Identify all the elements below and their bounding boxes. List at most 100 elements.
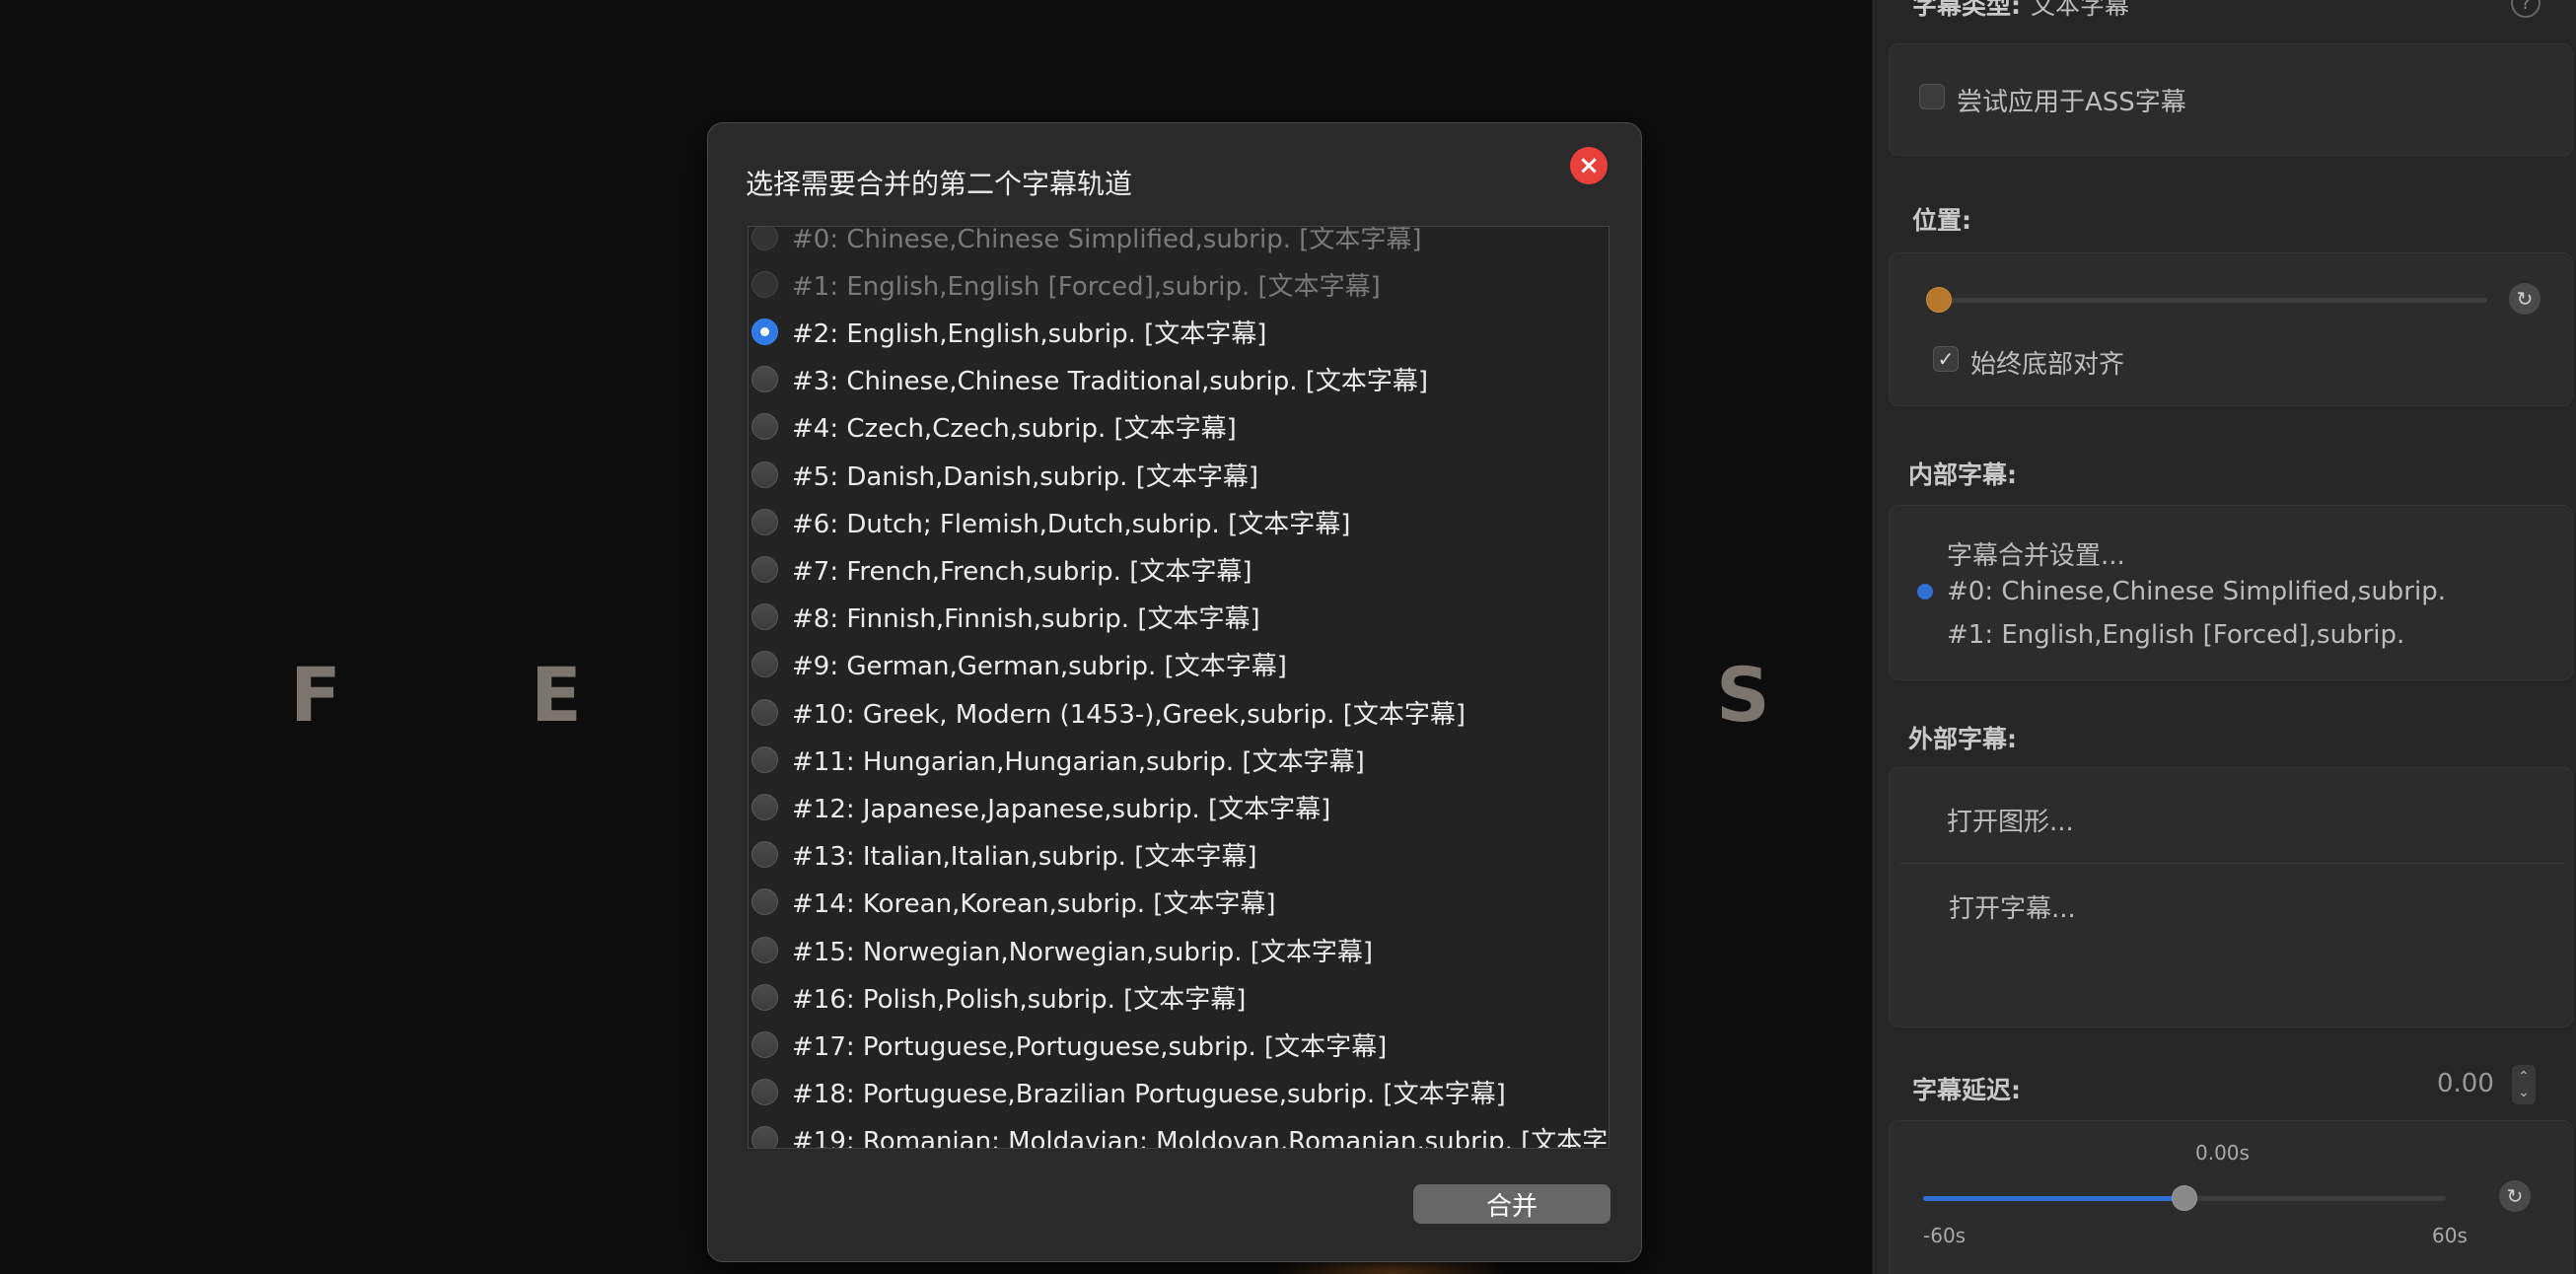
help-icon[interactable]: ? [2511, 0, 2540, 18]
ass-checkbox-label: 尝试应用于ASS字幕 [1957, 88, 2186, 117]
delay-max-label: 60s [2432, 1224, 2468, 1247]
track-option-label: #5: Danish,Danish,subrip. [文本字幕] [792, 461, 1259, 492]
open-image-item[interactable]: 打开图形... [1947, 802, 2074, 838]
radio-icon[interactable] [751, 841, 778, 869]
track-option-label: #9: German,German,subrip. [文本字幕] [792, 652, 1287, 682]
track-option[interactable]: #13: Italian,Italian,subrip. [文本字幕] [749, 831, 1607, 879]
align-bottom-checkbox[interactable]: ✓ [1933, 346, 1959, 372]
track-option-label: #11: Hungarian,Hungarian,subrip. [文本字幕] [792, 746, 1365, 777]
track-option[interactable]: #18: Portuguese,Brazilian Portuguese,sub… [749, 1069, 1607, 1116]
track-option[interactable]: #14: Korean,Korean,subrip. [文本字幕] [749, 879, 1607, 926]
open-subtitle-item[interactable]: 打开字幕... [1949, 888, 2076, 925]
radio-icon[interactable] [751, 460, 778, 488]
active-track-dot [1917, 584, 1933, 600]
radio-icon [751, 227, 778, 250]
video-title-letter: F [290, 651, 345, 739]
track-option[interactable]: #3: Chinese,Chinese Traditional,subrip. … [749, 356, 1607, 403]
track-option-label: #17: Portuguese,Portuguese,subrip. [文本字幕… [792, 1031, 1388, 1062]
dialog-title: 选择需要合并的第二个字幕轨道 [746, 168, 1133, 200]
align-bottom-label: 始终底部对齐 [1970, 350, 2125, 380]
track-option[interactable]: #12: Japanese,Japanese,subrip. [文本字幕] [749, 783, 1607, 830]
track-option[interactable]: #17: Portuguese,Portuguese,subrip. [文本字幕… [749, 1021, 1607, 1068]
track-option-label: #12: Japanese,Japanese,subrip. [文本字幕] [792, 794, 1331, 824]
internal-track-item[interactable]: #1: English,English [Forced],subrip. [1947, 620, 2404, 650]
radio-icon[interactable] [751, 888, 778, 916]
internal-track-item[interactable]: #0: Chinese,Chinese Simplified,subrip. [1947, 577, 2446, 606]
track-option[interactable]: #9: German,German,subrip. [文本字幕] [749, 641, 1607, 688]
merge-settings-item[interactable]: 字幕合并设置... [1947, 535, 2125, 572]
track-option[interactable]: #4: Czech,Czech,subrip. [文本字幕] [749, 403, 1607, 451]
track-option-label: #15: Norwegian,Norwegian,subrip. [文本字幕] [792, 937, 1374, 967]
radio-icon[interactable] [751, 1126, 778, 1148]
subtitle-type-label: 字幕类型: [1912, 0, 2021, 20]
radio-icon[interactable] [751, 983, 778, 1011]
internal-subtitles-card: 字幕合并设置... #0: Chinese,Chinese Simplified… [1889, 505, 2573, 680]
track-option-label: #19: Romanian; Moldavian; Moldovan,Roman… [792, 1127, 1610, 1149]
track-option[interactable]: #10: Greek, Modern (1453-),Greek,subrip.… [749, 688, 1607, 736]
subtitle-type-row: 字幕类型: 文本字幕 [1912, 0, 2129, 22]
radio-icon[interactable] [751, 366, 778, 393]
track-list[interactable]: #0: Chinese,Chinese Simplified,subrip. [… [748, 226, 1610, 1149]
track-option[interactable]: #6: Dutch; Flemish,Dutch,subrip. [文本字幕] [749, 498, 1607, 545]
position-card: ↻ ✓ 始终底部对齐 [1889, 252, 2573, 406]
track-option-label: #7: French,French,subrip. [文本字幕] [792, 556, 1252, 587]
subtitle-delay-card: 0.00s ↻ -60s 60s [1889, 1120, 2573, 1274]
track-option-label: #2: English,English,subrip. [文本字幕] [792, 318, 1267, 349]
close-button[interactable]: × [1570, 147, 1608, 184]
track-option-label: #14: Korean,Korean,subrip. [文本字幕] [792, 889, 1276, 920]
track-option[interactable]: #11: Hungarian,Hungarian,subrip. [文本字幕] [749, 736, 1607, 783]
radio-icon[interactable] [751, 698, 778, 726]
merge-button[interactable]: 合并 [1413, 1184, 1610, 1224]
track-option-label: #4: Czech,Czech,subrip. [文本字幕] [792, 414, 1237, 445]
radio-icon [751, 270, 778, 298]
radio-icon[interactable] [751, 603, 778, 631]
position-reset-icon[interactable]: ↻ [2509, 283, 2540, 315]
internal-subtitles-label: 内部字幕: [1908, 460, 2017, 489]
track-option-label: #13: Italian,Italian,subrip. [文本字幕] [792, 842, 1257, 873]
radio-icon[interactable] [751, 745, 778, 773]
ass-option-card: 尝试应用于ASS字幕 [1889, 43, 2573, 156]
merge-track-dialog: 选择需要合并的第二个字幕轨道 × #0: Chinese,Chinese Sim… [707, 122, 1642, 1262]
subtitle-delay-label: 字幕延迟: [1912, 1076, 2021, 1104]
position-slider[interactable] [1933, 298, 2487, 303]
radio-icon[interactable] [751, 1030, 778, 1058]
track-option-label: #10: Greek, Modern (1453-),Greek,subrip.… [792, 699, 1466, 730]
delay-slider-fill [1923, 1196, 2184, 1201]
track-option-label: #3: Chinese,Chinese Traditional,subrip. … [792, 367, 1429, 397]
radio-icon[interactable] [751, 936, 778, 963]
close-icon: × [1578, 151, 1600, 180]
delay-slider-knob[interactable] [2172, 1185, 2197, 1211]
video-title-letter: S [1716, 651, 1774, 739]
radio-icon[interactable] [751, 413, 778, 441]
track-option[interactable]: #19: Romanian; Moldavian; Moldovan,Roman… [749, 1116, 1610, 1149]
subtitle-delay-value[interactable]: 0.00 [2437, 1069, 2494, 1098]
subtitle-delay-stepper[interactable]: ⌃ ⌄ [2512, 1065, 2536, 1104]
video-title-letter: E [531, 651, 586, 739]
track-option[interactable]: #7: French,French,subrip. [文本字幕] [749, 545, 1607, 593]
delay-min-label: -60s [1923, 1224, 1967, 1247]
track-option: #1: English,English [Forced],subrip. [文本… [749, 260, 1607, 308]
track-option[interactable]: #15: Norwegian,Norwegian,subrip. [文本字幕] [749, 926, 1607, 973]
track-option[interactable]: #5: Danish,Danish,subrip. [文本字幕] [749, 451, 1607, 498]
track-option-label: #0: Chinese,Chinese Simplified,subrip. [… [792, 226, 1422, 254]
radio-icon[interactable] [751, 555, 778, 583]
delay-current-value: 0.00s [2195, 1141, 2250, 1165]
delay-reset-icon[interactable]: ↻ [2499, 1180, 2531, 1212]
subtitle-type-value: 文本字幕 [2031, 0, 2130, 20]
radio-icon[interactable] [751, 793, 778, 820]
position-label: 位置: [1912, 206, 1971, 235]
subtitle-settings-panel: 字幕类型: 文本字幕 ? 尝试应用于ASS字幕 位置: ↻ ✓ 始终底部对齐 内部… [1872, 0, 2576, 1274]
radio-icon[interactable] [751, 651, 778, 678]
track-option[interactable]: #8: Finnish,Finnish,subrip. [文本字幕] [749, 594, 1607, 641]
ass-checkbox[interactable] [1919, 84, 1945, 109]
track-option: #0: Chinese,Chinese Simplified,subrip. [… [749, 226, 1607, 260]
track-option-label: #18: Portuguese,Brazilian Portuguese,sub… [792, 1080, 1506, 1110]
position-slider-knob[interactable] [1926, 287, 1952, 313]
radio-icon[interactable] [751, 1079, 778, 1106]
track-option-label: #16: Polish,Polish,subrip. [文本字幕] [792, 984, 1247, 1015]
track-option[interactable]: #2: English,English,subrip. [文本字幕] [749, 308, 1607, 355]
radio-selected-icon[interactable] [751, 318, 778, 345]
divider [1899, 863, 2564, 864]
radio-icon[interactable] [751, 508, 778, 535]
track-option[interactable]: #16: Polish,Polish,subrip. [文本字幕] [749, 973, 1607, 1021]
